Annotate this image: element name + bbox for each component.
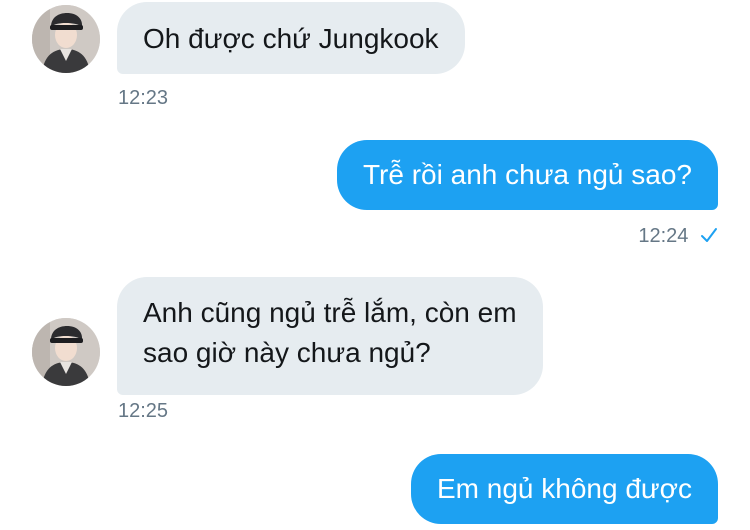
avatar-image xyxy=(32,5,100,73)
avatar-image xyxy=(32,318,100,386)
check-icon xyxy=(700,225,718,249)
message-bubble-incoming[interactable]: Anh cũng ngủ trễ lắm, còn em sao giờ này… xyxy=(117,277,543,395)
message-bubble-outgoing[interactable]: Trễ rồi anh chưa ngủ sao? xyxy=(336,140,718,210)
message-text: Trễ rồi anh chưa ngủ sao? xyxy=(362,159,692,190)
message-text-line: Anh cũng ngủ trễ lắm, còn em xyxy=(143,297,517,328)
message-bubble-outgoing[interactable]: Em ngủ không được xyxy=(410,454,718,524)
avatar[interactable] xyxy=(32,318,100,386)
message-bubble-incoming[interactable]: Oh được chứ Jungkook xyxy=(117,2,465,74)
message-timestamp: 12:24 xyxy=(638,225,689,247)
message-timestamp: 12:25 xyxy=(118,400,169,422)
message-text: Em ngủ không được xyxy=(436,473,692,504)
message-text: Oh được chứ Jungkook xyxy=(143,23,439,54)
message-text-line: sao giờ này chưa ngủ? xyxy=(143,337,431,368)
message-meta: 12:24 xyxy=(638,224,718,249)
message-timestamp: 12:23 xyxy=(118,87,169,109)
avatar[interactable] xyxy=(32,5,100,73)
